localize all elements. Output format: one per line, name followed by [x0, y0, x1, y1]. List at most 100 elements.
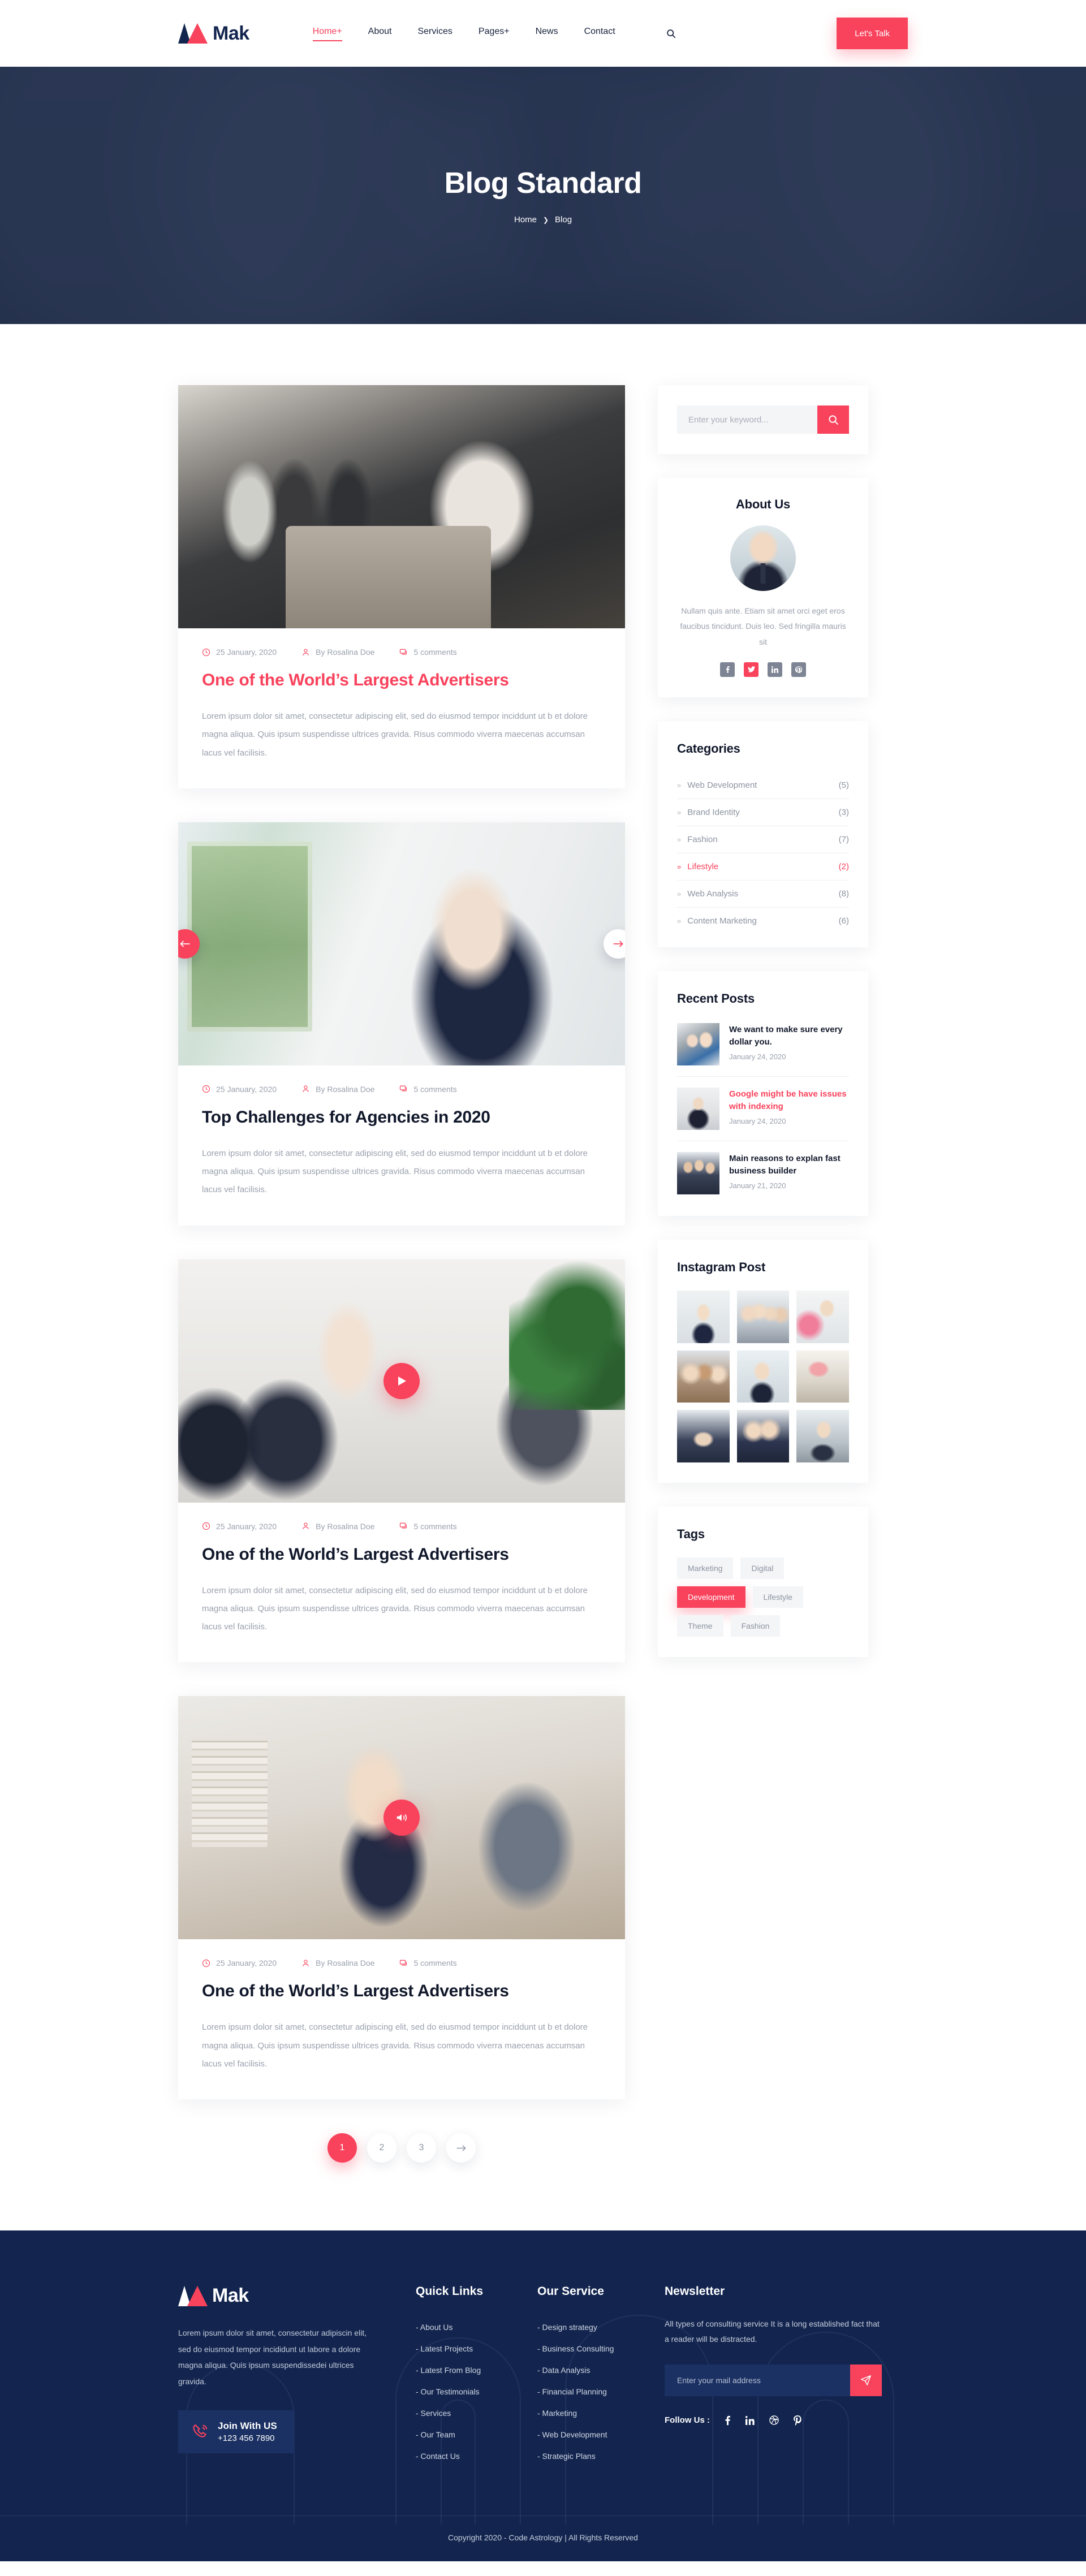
instagram-thumbnail[interactable] [736, 1350, 790, 1403]
instagram-thumbnail[interactable] [796, 1290, 850, 1343]
post-title[interactable]: One of the World’s Largest Advertisers [202, 1544, 601, 1565]
pagination-page-1[interactable]: 1 [327, 2133, 357, 2163]
pagination-next-button[interactable] [446, 2133, 476, 2163]
footer-our-service-column: Our Service - Design strategy - Business… [537, 2285, 665, 2467]
page-root: Mak Home+ About Services Pages+ News Con… [0, 0, 1086, 2561]
breadcrumb: Home ❯ Blog [445, 215, 642, 225]
arrow-right-icon [613, 940, 623, 947]
footer-service-business-consulting[interactable]: - Business Consulting [537, 2338, 665, 2359]
newsletter-text: All types of consulting service It is a … [665, 2319, 880, 2344]
footer-newsletter-column: Newsletter All types of consulting servi… [665, 2285, 908, 2467]
category-item-brand-identity[interactable]: » Brand Identity (3) [677, 799, 849, 826]
search-icon[interactable] [666, 29, 676, 38]
post-title[interactable]: One of the World’s Largest Advertisers [202, 670, 601, 691]
category-item-content-marketing[interactable]: » Content Marketing (6) [677, 908, 849, 927]
lets-talk-button[interactable]: Let's Talk [837, 18, 908, 49]
post-author: By Rosalina Doe [301, 1958, 374, 1967]
post-meta: 25 January, 2020 By Rosalina Doe 5 comme… [202, 1085, 601, 1094]
footer-brand-column: Mak Lorem ipsum dolor sit amet, consecte… [178, 2285, 416, 2467]
comments-icon [400, 1522, 407, 1529]
footer-service-data-analysis[interactable]: - Data Analysis [537, 2359, 665, 2381]
newsletter-submit-button[interactable] [850, 2364, 882, 2396]
footer-link-about-us[interactable]: - About Us [416, 2316, 537, 2338]
instagram-thumbnail[interactable] [736, 1410, 790, 1462]
nav-item-pages[interactable]: Pages+ [479, 27, 510, 40]
join-with-us-button[interactable]: Join With US +123 456 7890 [178, 2410, 294, 2453]
category-item-web-development[interactable]: » Web Development (5) [677, 772, 849, 799]
footer-service-financial-planning[interactable]: - Financial Planning [537, 2381, 665, 2402]
facebook-icon[interactable] [720, 662, 735, 677]
pagination-page-2[interactable]: 2 [367, 2133, 397, 2163]
footer-link-our-team[interactable]: - Our Team [416, 2424, 537, 2445]
footer-logo[interactable]: Mak [178, 2285, 376, 2307]
post-title[interactable]: Top Challenges for Agencies in 2020 [202, 1107, 601, 1128]
breadcrumb-home[interactable]: Home [514, 215, 537, 225]
pinterest-icon[interactable] [791, 662, 806, 677]
footer-link-services[interactable]: - Services [416, 2402, 537, 2424]
pagination: 1 2 3 [178, 2133, 625, 2163]
video-play-button[interactable] [383, 1362, 420, 1399]
category-item-web-analysis[interactable]: » Web Analysis (8) [677, 881, 849, 908]
logo-mark-icon [178, 23, 208, 44]
search-input[interactable] [677, 405, 817, 434]
post-date: 25 January, 2020 [202, 1522, 277, 1531]
newsletter-email-input[interactable] [665, 2364, 850, 2396]
footer-service-strategic-plans[interactable]: - Strategic Plans [537, 2445, 665, 2467]
recent-post-title[interactable]: Google might be have issues with indexin… [729, 1088, 849, 1113]
brand-logo[interactable]: Mak [178, 23, 249, 45]
instagram-thumbnail[interactable] [796, 1350, 850, 1403]
chevron-double-right-icon: » [677, 889, 682, 898]
category-item-lifestyle[interactable]: » Lifestyle (2) [677, 853, 849, 881]
recent-post-title[interactable]: Main reasons to explan fast business bui… [729, 1153, 849, 1177]
twitter-icon[interactable] [744, 662, 759, 677]
recent-post-item[interactable]: Main reasons to explan fast business bui… [677, 1141, 849, 1196]
nav-item-home[interactable]: Home+ [312, 27, 342, 41]
chevron-double-right-icon: » [677, 780, 682, 789]
tag-theme[interactable]: Theme [677, 1615, 723, 1637]
tag-lifestyle[interactable]: Lifestyle [752, 1586, 803, 1608]
category-item-fashion[interactable]: » Fashion (7) [677, 826, 849, 853]
tag-fashion[interactable]: Fashion [730, 1615, 781, 1637]
nav-item-news[interactable]: News [536, 27, 558, 40]
search-submit-button[interactable] [817, 405, 849, 434]
instagram-thumbnail[interactable] [677, 1290, 730, 1343]
footer-title-quick-links: Quick Links [416, 2285, 484, 2298]
tag-digital[interactable]: Digital [740, 1557, 785, 1579]
audio-play-button[interactable] [383, 1800, 420, 1836]
footer-service-web-development[interactable]: - Web Development [537, 2424, 665, 2445]
search-widget [658, 385, 868, 454]
recent-post-title[interactable]: We want to make sure every dollar you. [729, 1024, 849, 1048]
about-us-widget: About Us Nullam quis ante. Etiam sit ame… [658, 478, 868, 697]
recent-post-item[interactable]: Google might be have issues with indexin… [677, 1077, 849, 1141]
linkedin-icon[interactable] [768, 662, 782, 677]
nav-item-about[interactable]: About [368, 27, 392, 40]
chevron-right-icon: ❯ [542, 215, 549, 224]
footer-link-contact-us[interactable]: - Contact Us [416, 2445, 537, 2467]
pinterest-icon[interactable] [794, 2415, 801, 2426]
tag-marketing[interactable]: Marketing [677, 1557, 734, 1579]
post-excerpt: Lorem ipsum dolor sit amet, consectetur … [202, 711, 588, 758]
facebook-icon[interactable] [725, 2415, 731, 2426]
instagram-thumbnail[interactable] [677, 1410, 730, 1462]
footer-service-marketing[interactable]: - Marketing [537, 2402, 665, 2424]
nav-item-contact[interactable]: Contact [584, 27, 615, 40]
footer-link-latest-from-blog[interactable]: - Latest From Blog [416, 2359, 537, 2381]
footer-link-latest-projects[interactable]: - Latest Projects [416, 2338, 537, 2359]
linkedin-icon[interactable] [745, 2415, 755, 2425]
footer-link-our-testimonials[interactable]: - Our Testimonials [416, 2381, 537, 2402]
post-featured-image [178, 385, 625, 628]
instagram-thumbnail[interactable] [677, 1350, 730, 1403]
recent-post-item[interactable]: We want to make sure every dollar you. J… [677, 1022, 849, 1077]
nav-item-services[interactable]: Services [417, 27, 452, 40]
widget-title-tags: Tags [677, 1526, 705, 1541]
post-title[interactable]: One of the World’s Largest Advertisers [202, 1981, 601, 2001]
instagram-thumbnail[interactable] [796, 1410, 850, 1462]
follow-us-label: Follow Us : [665, 2415, 710, 2426]
about-social-links [677, 662, 849, 677]
footer-service-design-strategy[interactable]: - Design strategy [537, 2316, 665, 2338]
dribbble-icon[interactable] [769, 2415, 779, 2425]
tag-development[interactable]: Development [677, 1586, 745, 1608]
recent-post-date: January 21, 2020 [729, 1181, 786, 1190]
instagram-thumbnail[interactable] [736, 1290, 790, 1343]
pagination-page-3[interactable]: 3 [407, 2133, 436, 2163]
